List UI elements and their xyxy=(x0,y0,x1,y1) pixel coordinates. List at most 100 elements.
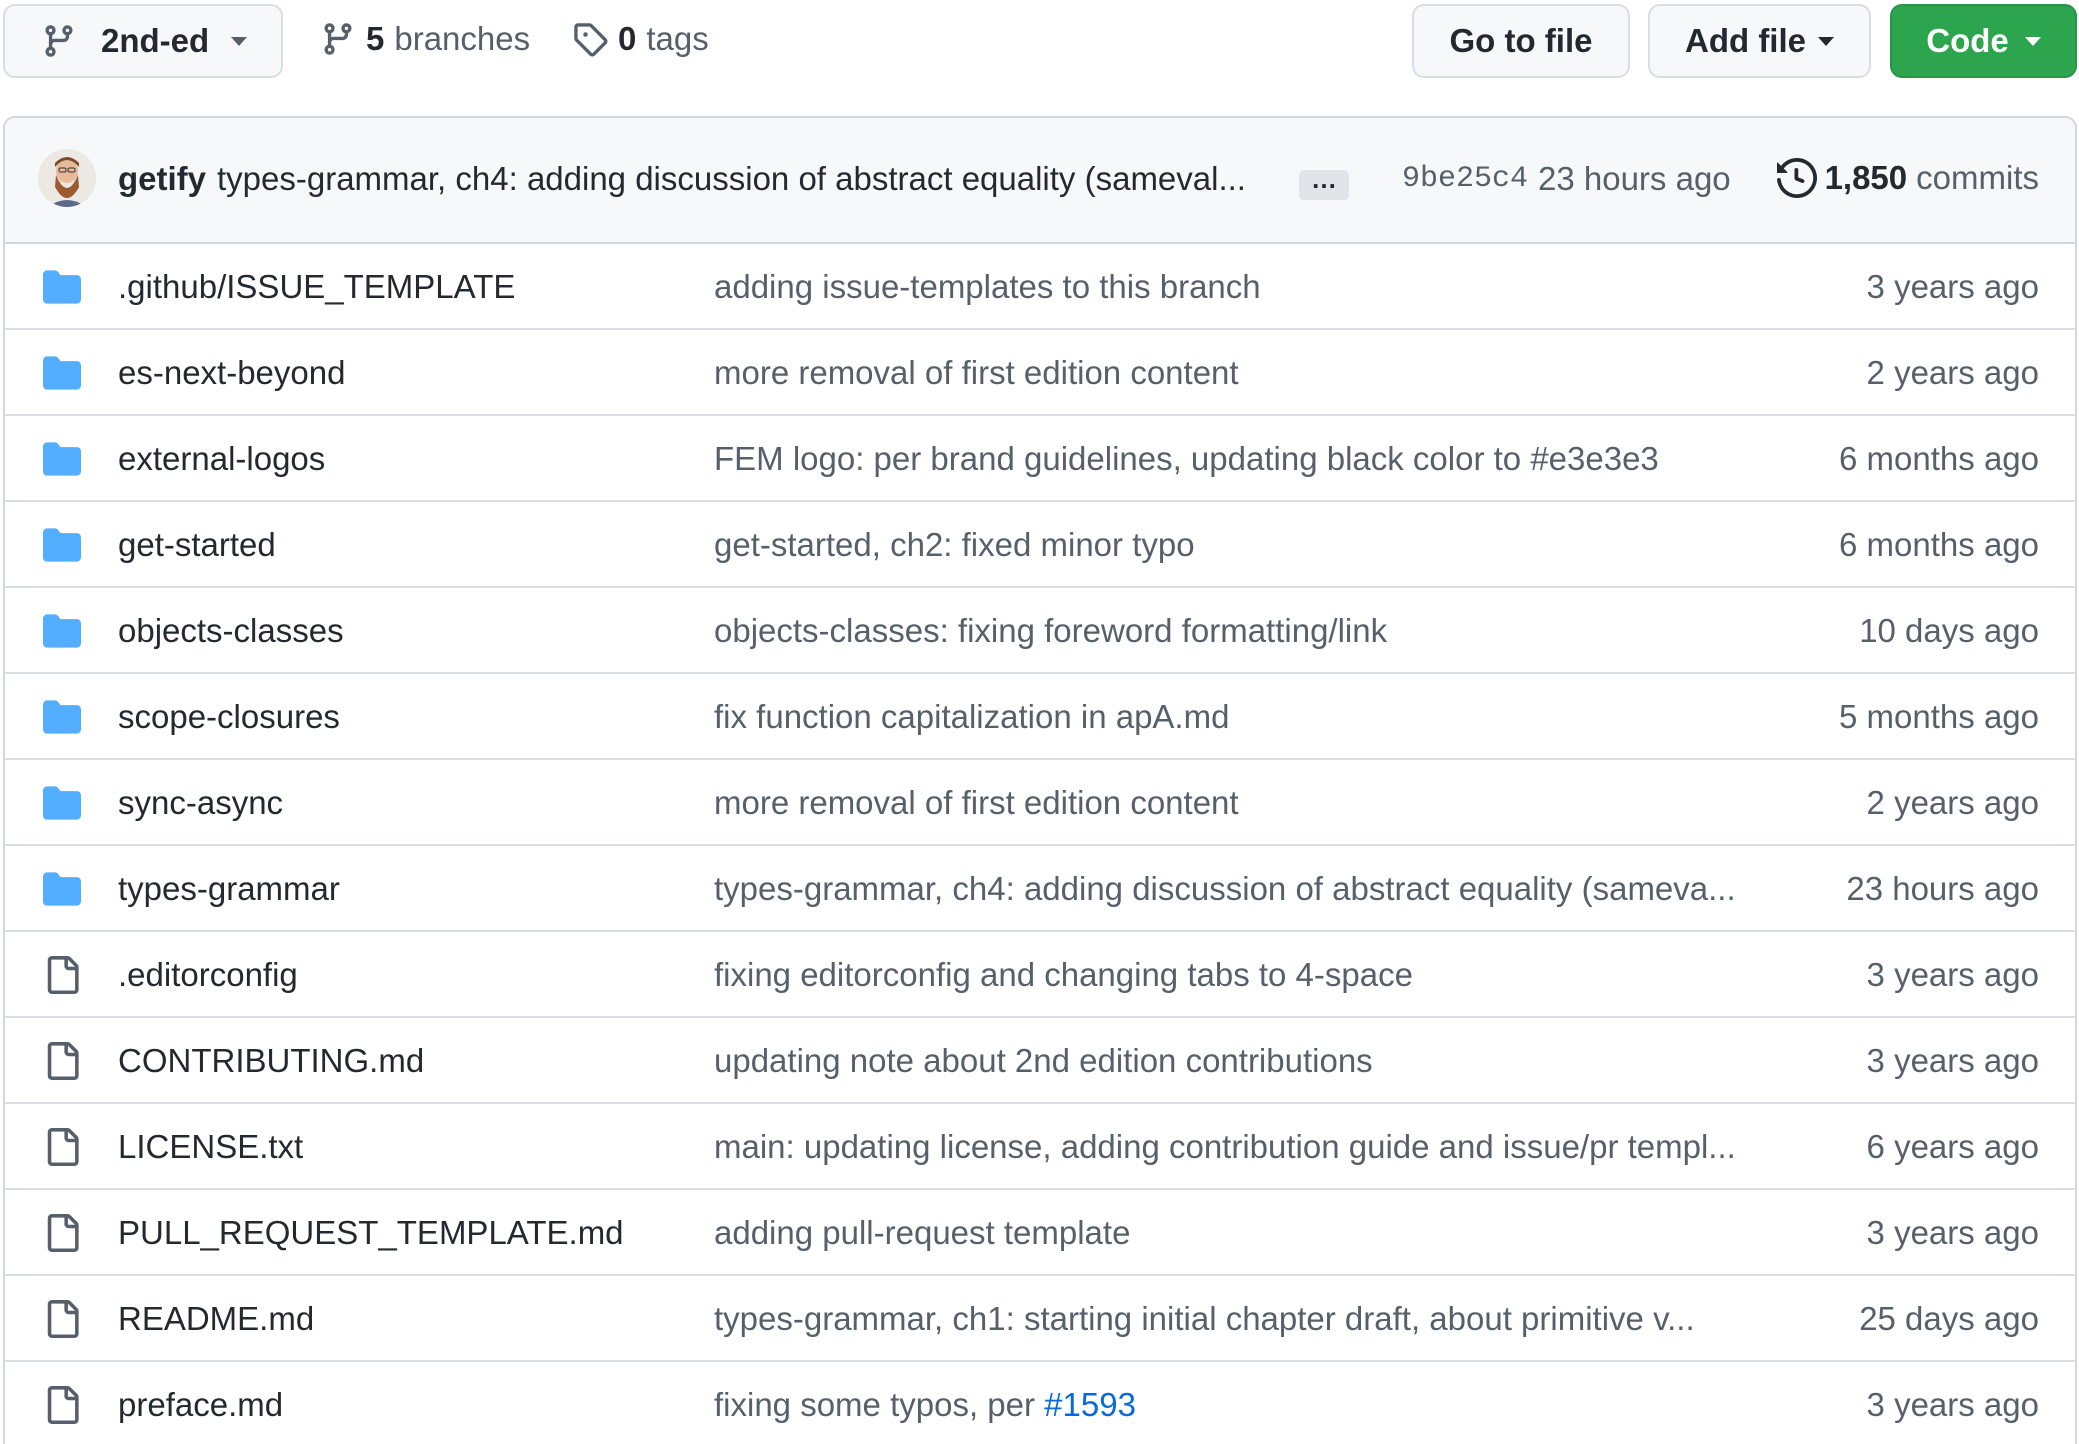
file-commit-message[interactable]: objects-classes: fixing foreword formatt… xyxy=(714,612,1387,650)
file-commit-message[interactable]: fix function capitalization in apA.md xyxy=(714,698,1229,736)
file-name-link[interactable]: es-next-beyond xyxy=(118,354,345,392)
folder-icon xyxy=(43,270,81,304)
file-row[interactable]: preface.md fixing some typos, per #1593 3 … xyxy=(5,1362,2075,1444)
branches-link[interactable]: 5 branches xyxy=(320,18,530,60)
code-label: Code xyxy=(1926,22,2009,59)
file-name-link[interactable]: objects-classes xyxy=(118,612,344,650)
folder-icon xyxy=(43,786,81,820)
file-row[interactable]: .editorconfig fixing editorconfig and cha… xyxy=(5,932,2075,1018)
file-row[interactable]: sync-async more removal of first edition … xyxy=(5,760,2075,846)
file-name-link[interactable]: .editorconfig xyxy=(118,956,298,994)
file-commit-time: 3 years ago xyxy=(1866,1214,2039,1251)
commit-message-text: FEM logo: per brand guidelines, updating… xyxy=(714,440,1659,477)
commits-history-link[interactable]: 1,850 commits xyxy=(1776,158,2039,198)
tags-label: tags xyxy=(646,20,709,57)
commit-author-link[interactable]: getify xyxy=(118,160,206,198)
file-row[interactable]: README.md types-grammar, ch1: starting in… xyxy=(5,1276,2075,1362)
commits-count: 1,850 xyxy=(1824,159,1908,196)
file-icon xyxy=(47,1042,79,1080)
commit-message-text: more removal of first edition content xyxy=(714,354,1239,391)
file-list-box: getify types-grammar, ch4: adding discus… xyxy=(3,116,2077,1444)
file-commit-time: 3 years ago xyxy=(1866,1386,2039,1423)
code-button[interactable]: Code xyxy=(1890,4,2077,78)
commit-sha-link[interactable]: 9be25c4 xyxy=(1402,162,1528,196)
file-name-link[interactable]: .github/ISSUE_TEMPLATE xyxy=(118,268,515,306)
file-row[interactable]: get-started get-started, ch2: fixed minor… xyxy=(5,502,2075,588)
file-name-link[interactable]: get-started xyxy=(118,526,276,564)
file-name-link[interactable]: README.md xyxy=(118,1300,314,1338)
file-icon xyxy=(47,1300,79,1338)
file-commit-message[interactable]: adding pull-request template xyxy=(714,1214,1130,1252)
file-commit-message[interactable]: types-grammar, ch1: starting initial cha… xyxy=(714,1300,1695,1338)
file-commit-message[interactable]: FEM logo: per brand guidelines, updating… xyxy=(714,440,1659,478)
file-commit-message[interactable]: main: updating license, adding contribut… xyxy=(714,1128,1736,1166)
git-branch-icon xyxy=(45,25,73,57)
file-row[interactable]: objects-classes objects-classes: fixing f… xyxy=(5,588,2075,674)
commit-message-text: main: updating license, adding contribut… xyxy=(714,1128,1736,1165)
file-commit-message[interactable]: adding issue-templates to this branch xyxy=(714,268,1261,306)
commits-label: commits xyxy=(1916,159,2039,196)
commit-message-text: get-started, ch2: fixed minor typo xyxy=(714,526,1195,563)
file-commit-message[interactable]: types-grammar, ch4: adding discussion of… xyxy=(714,870,1736,908)
file-commit-time: 2 years ago xyxy=(1866,784,2039,821)
history-icon xyxy=(1776,158,1817,198)
file-icon xyxy=(47,956,79,994)
commit-message-text: adding issue-templates to this branch xyxy=(714,268,1261,305)
go-to-file-button[interactable]: Go to file xyxy=(1412,4,1630,78)
file-name-link[interactable]: sync-async xyxy=(118,784,283,822)
file-row[interactable]: CONTRIBUTING.md updating note about 2nd e… xyxy=(5,1018,2075,1104)
file-commit-message[interactable]: more removal of first edition content xyxy=(714,784,1239,822)
file-commit-time: 25 days ago xyxy=(1859,1300,2039,1337)
file-name-link[interactable]: preface.md xyxy=(118,1386,283,1424)
file-commit-time: 10 days ago xyxy=(1859,612,2039,649)
commit-message-text: types-grammar, ch4: adding discussion of… xyxy=(714,870,1736,907)
commit-message-text: types-grammar, ch1: starting initial cha… xyxy=(714,1300,1695,1337)
branch-select-button[interactable]: 2nd-ed xyxy=(3,4,283,78)
commit-message-text: objects-classes: fixing foreword formatt… xyxy=(714,612,1388,649)
file-row[interactable]: LICENSE.txt main: updating license, addin… xyxy=(5,1104,2075,1190)
tags-count: 0 xyxy=(618,20,637,57)
file-row[interactable]: .github/ISSUE_TEMPLATE adding issue-templ… xyxy=(5,244,2075,330)
folder-icon xyxy=(43,614,81,648)
file-name-link[interactable]: types-grammar xyxy=(118,870,340,908)
file-name-link[interactable]: scope-closures xyxy=(118,698,340,736)
commit-message-link[interactable]: types-grammar, ch4: adding discussion of… xyxy=(217,160,1246,198)
file-commit-time: 23 hours ago xyxy=(1846,870,2039,907)
file-icon xyxy=(47,1214,79,1252)
folder-icon xyxy=(43,528,81,562)
file-commit-time: 3 years ago xyxy=(1866,956,2039,993)
file-rows: .github/ISSUE_TEMPLATE adding issue-templ… xyxy=(5,244,2075,1444)
file-name-link[interactable]: CONTRIBUTING.md xyxy=(118,1042,424,1080)
file-commit-message[interactable]: more removal of first edition content xyxy=(714,354,1239,392)
commit-time: 23 hours ago xyxy=(1538,160,1731,197)
file-commit-message[interactable]: fixing some typos, per #1593 xyxy=(714,1386,1136,1424)
file-row[interactable]: external-logos FEM logo: per brand guidel… xyxy=(5,416,2075,502)
chevron-down-icon xyxy=(231,36,248,46)
file-row[interactable]: scope-closures fix function capitalizatio… xyxy=(5,674,2075,760)
add-file-button[interactable]: Add file xyxy=(1648,4,1871,78)
file-row[interactable]: types-grammar types-grammar, ch4: adding … xyxy=(5,846,2075,932)
file-commit-message[interactable]: fixing editorconfig and changing tabs to… xyxy=(714,956,1413,994)
file-name-link[interactable]: external-logos xyxy=(118,440,325,478)
git-branch-icon xyxy=(324,23,352,55)
tags-link[interactable]: 0 tags xyxy=(572,18,709,60)
file-commit-message[interactable]: updating note about 2nd edition contribu… xyxy=(714,1042,1373,1080)
avatar[interactable] xyxy=(38,149,96,207)
folder-icon xyxy=(43,442,81,476)
file-name-link[interactable]: PULL_REQUEST_TEMPLATE.md xyxy=(118,1214,624,1252)
expand-commit-button[interactable]: … xyxy=(1299,166,1349,200)
file-row[interactable]: es-next-beyond more removal of first edit… xyxy=(5,330,2075,416)
chevron-down-icon xyxy=(2024,36,2041,46)
repo-toolbar: 2nd-ed 5 branches 0 tags Go to file Add … xyxy=(0,0,2079,116)
issue-link[interactable]: #1593 xyxy=(1044,1386,1136,1423)
file-row[interactable]: PULL_REQUEST_TEMPLATE.md adding pull-requ… xyxy=(5,1190,2075,1276)
file-commit-message[interactable]: get-started, ch2: fixed minor typo xyxy=(714,526,1195,564)
file-icon xyxy=(47,1386,79,1424)
file-name-link[interactable]: LICENSE.txt xyxy=(118,1128,303,1166)
chevron-down-icon xyxy=(1818,36,1834,46)
folder-icon xyxy=(43,356,81,390)
commit-message-text: updating note about 2nd edition contribu… xyxy=(714,1042,1373,1079)
file-icon xyxy=(47,1128,79,1166)
folder-icon xyxy=(43,872,81,906)
latest-commit-bar: getify types-grammar, ch4: adding discus… xyxy=(5,118,2075,244)
